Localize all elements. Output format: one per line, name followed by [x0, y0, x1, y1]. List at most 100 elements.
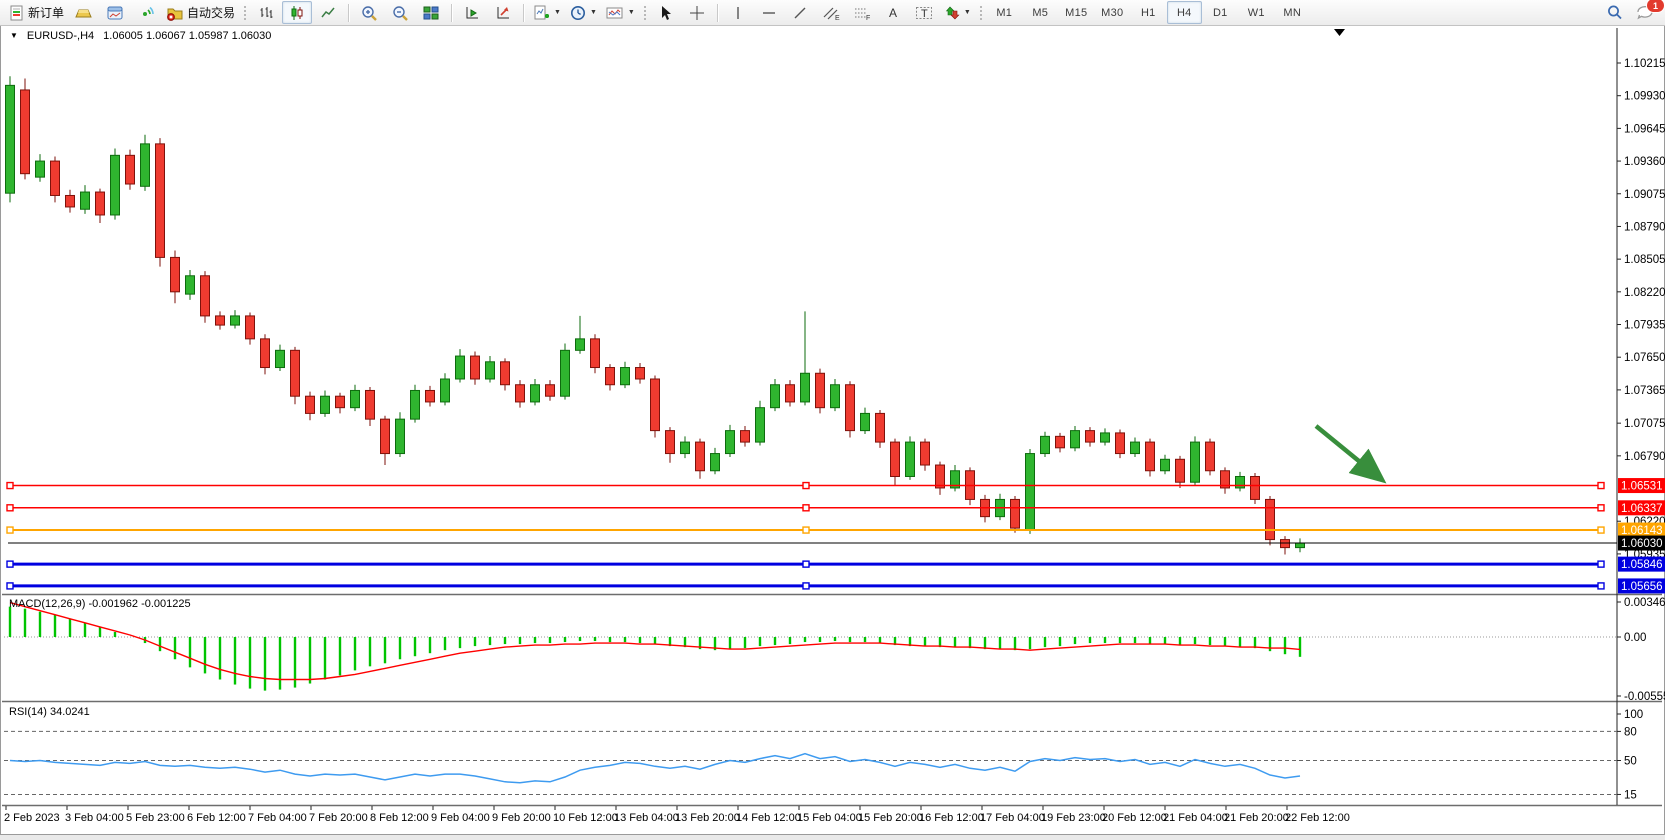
- line-handle[interactable]: [7, 527, 13, 533]
- candle-body: [876, 413, 885, 442]
- zoom-in-button[interactable]: [354, 1, 384, 24]
- time-tick-label[interactable]: 7 Feb 04:00: [248, 812, 307, 824]
- time-tick-label[interactable]: 7 Feb 20:00: [309, 812, 368, 824]
- text-tool-button[interactable]: A: [878, 1, 908, 24]
- candlestick-mode-button[interactable]: [282, 1, 312, 24]
- timeframe-button-h1[interactable]: H1: [1131, 1, 1166, 24]
- time-tick-label[interactable]: 2 Feb 2023: [4, 812, 60, 824]
- toolbar-drag-handle[interactable]: [643, 5, 647, 21]
- trendline-tool-button[interactable]: [785, 1, 815, 24]
- line-handle[interactable]: [1598, 527, 1604, 533]
- line-handle[interactable]: [7, 483, 13, 489]
- line-handle[interactable]: [1598, 483, 1604, 489]
- time-tick-label[interactable]: 17 Feb 04:00: [980, 812, 1045, 824]
- timeframe-button-m5[interactable]: M5: [1023, 1, 1058, 24]
- autotrade-button[interactable]: 自动交易: [162, 1, 239, 24]
- template-icon: [606, 5, 624, 21]
- timeframe-button-m30[interactable]: M30: [1095, 1, 1130, 24]
- timeframe-button-h4[interactable]: H4: [1167, 1, 1202, 24]
- time-tick-label[interactable]: 14 Feb 12:00: [736, 812, 801, 824]
- chart-shift-marker[interactable]: [1334, 29, 1345, 36]
- line-handle[interactable]: [7, 505, 13, 511]
- time-tick-label[interactable]: 10 Feb 12:00: [553, 812, 618, 824]
- price-tick-label: 1.07650: [1624, 352, 1665, 364]
- line-handle[interactable]: [1598, 505, 1604, 511]
- timeframe-button-d1[interactable]: D1: [1203, 1, 1238, 24]
- candle-body: [126, 155, 135, 184]
- candle-body: [1296, 543, 1305, 548]
- crosshair-tool-button[interactable]: [682, 1, 712, 24]
- price-tick-label: 1.08790: [1624, 221, 1665, 233]
- line-handle[interactable]: [1598, 561, 1604, 567]
- timeframe-button-w1[interactable]: W1: [1239, 1, 1274, 24]
- zoom-out-button[interactable]: [385, 1, 415, 24]
- fibonacci-tool-button[interactable]: F: [847, 1, 877, 24]
- line-handle[interactable]: [803, 561, 809, 567]
- toolbar-drag-handle[interactable]: [243, 5, 247, 21]
- time-tick-label[interactable]: 9 Feb 20:00: [492, 812, 551, 824]
- line-handle[interactable]: [803, 527, 809, 533]
- candle-body: [96, 192, 105, 215]
- candle-body: [156, 144, 165, 258]
- time-tick-label[interactable]: 5 Feb 23:00: [126, 812, 185, 824]
- auto-scroll-button[interactable]: [457, 1, 487, 24]
- line-handle[interactable]: [7, 583, 13, 589]
- time-tick-label[interactable]: 8 Feb 12:00: [370, 812, 429, 824]
- line-handle[interactable]: [803, 583, 809, 589]
- time-tick-label[interactable]: 22 Feb 12:00: [1285, 812, 1350, 824]
- time-tick-label[interactable]: 3 Feb 04:00: [65, 812, 124, 824]
- arrows-tool-button[interactable]: ▼: [940, 1, 975, 24]
- timeframe-button-m15[interactable]: M15: [1059, 1, 1094, 24]
- text-label-tool-button[interactable]: T: [909, 1, 939, 24]
- line-handle[interactable]: [803, 505, 809, 511]
- time-tick-label[interactable]: 21 Feb 20:00: [1224, 812, 1289, 824]
- time-tick-label[interactable]: 6 Feb 12:00: [187, 812, 246, 824]
- arrow-annotation[interactable]: [1316, 426, 1376, 475]
- equidistant-channel-tool-button[interactable]: E: [816, 1, 846, 24]
- notifications-button[interactable]: 1: [1630, 1, 1660, 24]
- price-tick-label: 1.09645: [1624, 123, 1665, 135]
- chart-shift-icon: [495, 5, 511, 21]
- chart-symbol-label: EURUSD-,H4: [27, 30, 94, 42]
- chart-profiles-button[interactable]: [100, 1, 130, 24]
- price-tick-label: 1.09930: [1624, 91, 1665, 103]
- macd-tick-label: 0.00346: [1624, 597, 1665, 609]
- market-watch-button[interactable]: [69, 1, 99, 24]
- tile-windows-button[interactable]: [416, 1, 446, 24]
- time-tick-label[interactable]: 16 Feb 12:00: [919, 812, 984, 824]
- line-handle[interactable]: [7, 561, 13, 567]
- time-tick-label[interactable]: 13 Feb 20:00: [675, 812, 740, 824]
- timeframe-button-mn[interactable]: MN: [1275, 1, 1310, 24]
- horizontal-line-tool-button[interactable]: [754, 1, 784, 24]
- timeframe-button-m1[interactable]: M1: [987, 1, 1022, 24]
- price-tick-label: 1.07075: [1624, 418, 1665, 430]
- candle-body: [36, 161, 45, 177]
- toolbar-drag-handle[interactable]: [979, 5, 983, 21]
- candle-body: [1266, 499, 1275, 539]
- bar-chart-mode-button[interactable]: [251, 1, 281, 24]
- time-tick-label[interactable]: 15 Feb 20:00: [858, 812, 923, 824]
- candle-body: [1281, 540, 1290, 548]
- time-tick-label[interactable]: 15 Feb 04:00: [797, 812, 862, 824]
- time-tick-label[interactable]: 20 Feb 12:00: [1102, 812, 1167, 824]
- vertical-line-tool-button[interactable]: [723, 1, 753, 24]
- templates-button[interactable]: ▼: [602, 1, 639, 24]
- search-button[interactable]: [1599, 1, 1629, 24]
- periods-button[interactable]: ▼: [566, 1, 601, 24]
- line-handle[interactable]: [803, 483, 809, 489]
- time-tick-label[interactable]: 13 Feb 04:00: [614, 812, 679, 824]
- new-order-button[interactable]: 新订单: [5, 1, 68, 24]
- signals-button[interactable]: [131, 1, 161, 24]
- cursor-tool-button[interactable]: [651, 1, 681, 24]
- time-tick-label[interactable]: 9 Feb 04:00: [431, 812, 490, 824]
- time-tick-label[interactable]: 19 Feb 23:00: [1041, 812, 1106, 824]
- dropdown-caret-icon: ▼: [554, 9, 561, 16]
- line-chart-mode-button[interactable]: [313, 1, 343, 24]
- indicators-button[interactable]: ▼: [529, 1, 565, 24]
- text-label-icon: T: [915, 5, 933, 21]
- line-handle[interactable]: [1598, 583, 1604, 589]
- time-tick-label[interactable]: 21 Feb 04:00: [1163, 812, 1228, 824]
- chart-canvas[interactable]: 1.102151.099301.096451.093601.090751.087…: [0, 0, 1665, 840]
- chart-shift-button[interactable]: [488, 1, 518, 24]
- one-click-trading-collapse-icon[interactable]: ▼: [10, 30, 18, 42]
